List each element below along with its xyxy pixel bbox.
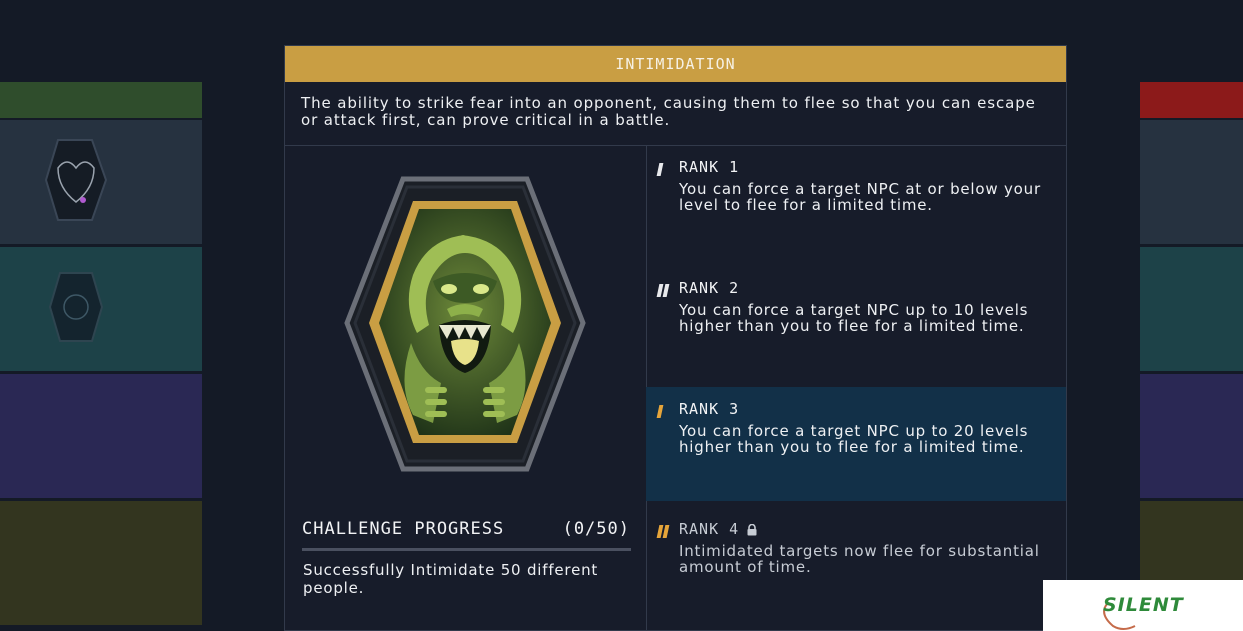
rank-2-row[interactable]: RANK 2 You can force a target NPC up to … [646,266,1066,380]
challenge-description: Successfully Intimidate 50 different peo… [303,561,599,597]
skill-tile-olive[interactable] [0,501,202,625]
rank-2-label: RANK 2 [679,279,740,297]
skill-tree-left-column [0,82,202,625]
rank-3-text: You can force a target NPC up to 20 leve… [679,422,1029,456]
skill-tree-right-column [1140,82,1243,625]
challenge-progress-bar [302,548,631,551]
rank-list: RANK 1 You can force a target NPC at or … [646,145,1066,630]
rank-1-pips-icon [656,161,664,176]
perk-title: INTIMIDATION [285,46,1066,82]
challenge-progress-count: (0/50) [562,519,630,539]
gorilla-badge-icon [344,176,586,472]
rank-4-pips-icon [656,523,670,538]
challenge-progress-title: CHALLENGE PROGRESS [302,519,505,539]
watermark-text: SILENT [1103,594,1184,616]
skill-tile-heart[interactable] [0,120,202,244]
skill-tile-right-1[interactable] [1140,120,1243,244]
rank-1-row[interactable]: RANK 1 You can force a target NPC at or … [646,145,1066,259]
rank-2-text: You can force a target NPC up to 10 leve… [679,301,1029,335]
rank-1-text: You can force a target NPC at or below y… [679,180,1041,214]
rank-3-label: RANK 3 [679,400,740,418]
rank-4-row[interactable]: RANK 4 Intimidated targets now flee for … [646,507,1066,621]
rank-4-label: RANK 4 [679,520,740,538]
rank-2-pips-icon [656,282,670,297]
perk-description: The ability to strike fear into an oppon… [285,82,1066,146]
perk-detail-panel: INTIMIDATION The ability to strike fear … [284,45,1067,631]
rank-3-pips-icon [656,403,664,418]
category-strip-red [1140,82,1243,118]
perk-badge-pane: CHALLENGE PROGRESS (0/50) Successfully I… [285,145,647,630]
rank-3-row[interactable]: RANK 3 You can force a target NPC up to … [646,387,1066,501]
heart-skill-icon [44,139,108,221]
scope-skill-icon [48,272,104,342]
skill-tile-scope[interactable] [0,247,202,371]
skill-tile-purple[interactable] [0,374,202,498]
rank-4-text: Intimidated targets now flee for substan… [679,542,1040,576]
category-strip-green [0,82,202,118]
rank-1-label: RANK 1 [679,158,740,176]
skill-tile-right-3[interactable] [1140,374,1243,498]
skill-tile-right-2[interactable] [1140,247,1243,371]
lock-icon [747,523,757,535]
watermark-logo: SILENT [1043,580,1243,631]
